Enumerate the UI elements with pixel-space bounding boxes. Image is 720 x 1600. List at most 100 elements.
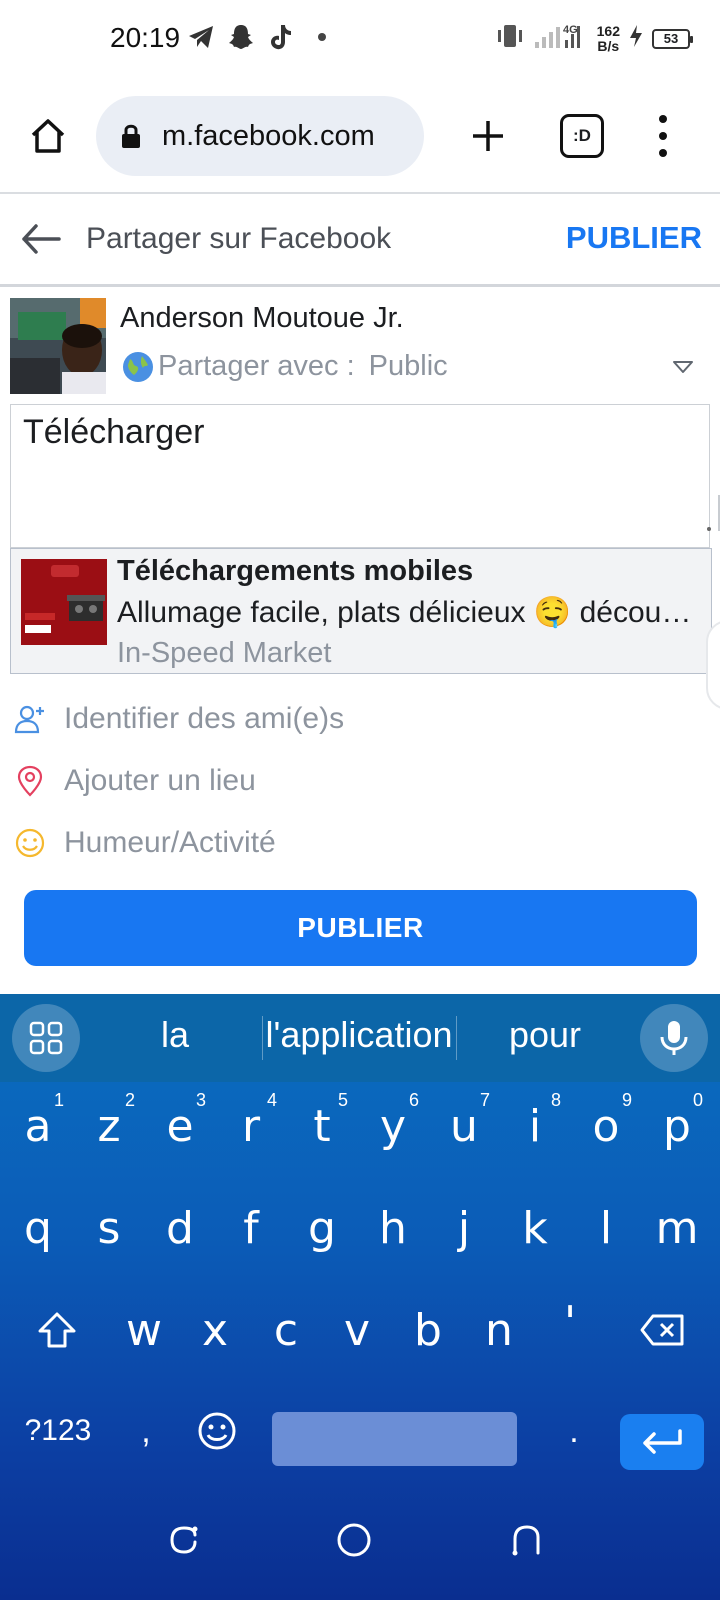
privacy-selector[interactable]: Partager avec : Public — [122, 350, 448, 383]
key[interactable]: e3 — [148, 1086, 212, 1166]
circle-home-icon — [337, 1523, 371, 1557]
link-source: In-Speed Market — [117, 637, 332, 669]
key[interactable]: m — [645, 1188, 709, 1268]
key[interactable]: q — [6, 1188, 70, 1268]
key[interactable]: x — [183, 1290, 247, 1370]
post-text: Télécharger — [23, 413, 205, 451]
location-pin-icon — [14, 765, 46, 797]
key[interactable]: v — [325, 1290, 389, 1370]
key[interactable]: g — [290, 1188, 354, 1268]
key[interactable]: y6 — [361, 1086, 425, 1166]
address-bar[interactable]: m.facebook.com — [96, 96, 424, 176]
tiktok-icon — [266, 22, 296, 52]
feeling-activity-option[interactable]: Humeur/Activité — [14, 820, 276, 866]
svg-text:4G: 4G — [563, 24, 578, 36]
emoji-key[interactable] — [186, 1396, 248, 1466]
link-title: Téléchargements mobiles — [117, 555, 474, 587]
key[interactable]: c — [254, 1290, 318, 1370]
tag-friends-option[interactable]: Identifier des ami(e)s — [14, 696, 344, 742]
key[interactable]: f — [219, 1188, 283, 1268]
keyboard-menu-button[interactable] — [12, 1004, 80, 1072]
recent-apps-button[interactable] — [164, 1520, 204, 1560]
key[interactable]: z2 — [77, 1086, 141, 1166]
privacy-label: Partager avec : — [158, 350, 355, 382]
suggestion-item[interactable]: l'application — [264, 1014, 454, 1056]
tab-switcher-button[interactable]: :D — [560, 114, 604, 158]
suggestion-bar: la l'application pour — [0, 994, 720, 1082]
backspace-key[interactable] — [620, 1290, 704, 1370]
key[interactable]: ' — [538, 1282, 602, 1362]
chevron-down-icon[interactable] — [672, 360, 694, 374]
recents-icon — [170, 1526, 198, 1554]
period-key[interactable]: . — [548, 1396, 600, 1466]
system-navigation-bar — [0, 1490, 720, 1600]
page-title: Partager sur Facebook — [86, 222, 392, 255]
lock-icon — [118, 121, 144, 151]
comma-key[interactable]: , — [120, 1396, 172, 1466]
browser-toolbar: m.facebook.com :D — [0, 88, 720, 184]
link-description: Allumage facile, plats délicieux 🤤 décou… — [117, 596, 703, 629]
option-label: Humeur/Activité — [64, 826, 276, 859]
telegram-icon — [186, 22, 216, 52]
key[interactable]: o9 — [574, 1086, 638, 1166]
plus-icon — [473, 121, 503, 151]
suggestion-item[interactable]: la — [120, 1014, 230, 1056]
key[interactable]: l — [574, 1188, 638, 1268]
backspace-icon — [640, 1314, 684, 1346]
dot-icon — [659, 131, 667, 140]
dot-icon — [659, 114, 667, 123]
overflow-menu-button[interactable] — [648, 110, 678, 162]
key[interactable]: d — [148, 1188, 212, 1268]
voice-input-button[interactable] — [640, 1004, 708, 1072]
key[interactable]: p0 — [645, 1086, 709, 1166]
post-text-area[interactable]: Télécharger — [10, 404, 720, 548]
vibrate-icon — [495, 23, 525, 54]
home-icon — [31, 119, 65, 153]
key[interactable]: j — [432, 1188, 496, 1268]
key[interactable]: s — [77, 1188, 141, 1268]
shift-key[interactable] — [20, 1290, 94, 1370]
link-preview-card[interactable]: Téléchargements mobiles Allumage facile,… — [10, 548, 712, 674]
key[interactable]: a1 — [6, 1086, 70, 1166]
back-nav-button[interactable] — [506, 1520, 546, 1560]
grid-icon — [29, 1021, 63, 1055]
key[interactable]: n — [467, 1290, 531, 1370]
status-bar: 20:19 4G 162 B/s 53 — [0, 0, 720, 80]
divider — [262, 1016, 263, 1060]
publish-button[interactable]: PUBLIER — [24, 890, 697, 966]
option-label: Ajouter un lieu — [64, 764, 256, 797]
option-label: Identifier des ami(e)s — [64, 702, 345, 735]
header-publish-button[interactable]: PUBLIER — [566, 220, 702, 256]
resize-handle-icon[interactable] — [699, 493, 720, 533]
new-tab-button[interactable] — [462, 110, 514, 162]
key[interactable]: w — [112, 1290, 176, 1370]
battery-indicator: 53 — [652, 28, 693, 49]
divider — [0, 284, 720, 287]
key[interactable]: u7 — [432, 1086, 496, 1166]
avatar — [10, 298, 106, 394]
suggestion-item[interactable]: pour — [470, 1014, 620, 1056]
charging-icon — [628, 24, 644, 53]
space-key[interactable] — [272, 1412, 517, 1466]
home-nav-button[interactable] — [334, 1520, 374, 1560]
key[interactable]: i8 — [503, 1086, 567, 1166]
enter-key[interactable] — [620, 1414, 704, 1470]
enter-icon — [643, 1429, 682, 1454]
tag-friend-icon — [14, 703, 46, 735]
add-location-option[interactable]: Ajouter un lieu — [14, 758, 256, 804]
key[interactable]: h — [361, 1188, 425, 1268]
emoji-icon — [198, 1412, 236, 1450]
globe-icon — [122, 351, 154, 383]
key[interactable]: r4 — [219, 1086, 283, 1166]
key[interactable]: t5 — [290, 1086, 354, 1166]
back-arrow-icon — [22, 224, 61, 254]
back-button[interactable] — [20, 218, 62, 260]
key[interactable]: k — [503, 1188, 567, 1268]
side-handle[interactable] — [706, 620, 720, 710]
url-text: m.facebook.com — [162, 119, 375, 152]
status-time: 20:19 — [110, 22, 181, 53]
dot-icon — [659, 149, 667, 158]
home-button[interactable] — [22, 110, 74, 162]
key[interactable]: b — [396, 1290, 460, 1370]
symbols-key[interactable]: ?123 — [10, 1396, 106, 1466]
